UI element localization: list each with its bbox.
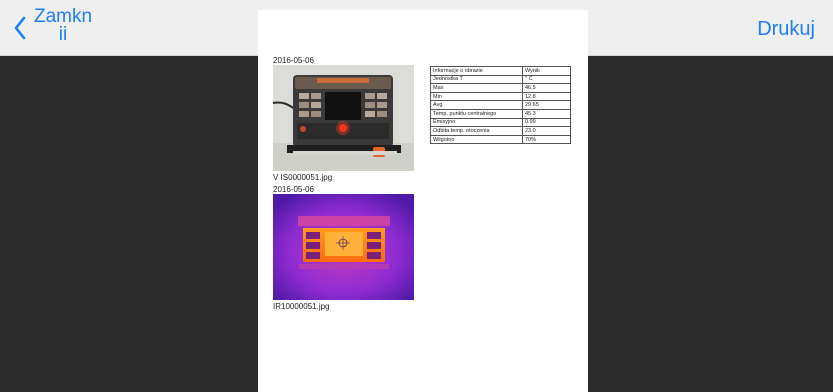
table-cell: 12.8 [522,91,571,102]
table-header-cell: Informacje o obrazie [430,66,523,76]
table-cell: 46.5 [522,83,571,93]
table-cell: 70% [522,134,571,145]
image-info-table: Informacje o obrazie Wynik Jednostka T °… [430,66,571,145]
photo-date: 2016-05-06 [273,56,314,65]
table-cell: Odbita temp. otoczenia [430,126,523,136]
table-row: Odbita temp. otoczenia 23.0 [430,126,571,136]
close-button[interactable]: Zamkn ii [10,6,93,50]
table-header-row: Informacje o obrazie Wynik [430,66,571,76]
print-preview-page[interactable]: 2016-05-06 V IS0000051.jpg 2016-05-06 IR… [258,10,588,392]
print-button[interactable]: Drukuj [757,18,815,41]
table-cell: 0.99 [522,117,571,128]
backdrop-left [0,56,258,392]
table-cell: Avg [430,100,523,110]
table-cell: Wilgotno [430,134,523,145]
table-row: Jednostka T ° C [430,74,571,85]
visual-photo [273,65,414,171]
thermal-date: 2016-05-06 [273,185,314,194]
table-cell: Emisyjno [430,117,523,128]
thermal-caption: IR10000051.jpg [273,302,330,311]
table-row: Avg 29.65 [430,100,571,110]
table-cell: 45.3 [522,108,571,119]
table-row: Temp. punktu centralnego 45.3 [430,108,571,119]
table-row: Min 12.8 [430,91,571,102]
table-cell: Jednostka T [430,74,523,85]
table-cell: 23.0 [522,126,571,136]
thermal-image [273,194,414,300]
backdrop-right [588,56,833,392]
table-cell: Max [430,83,523,93]
table-row: Emisyjno 0.99 [430,117,571,128]
table-cell: Min [430,91,523,102]
photo-caption: V IS0000051.jpg [273,173,333,182]
chevron-left-icon [14,16,26,40]
table-cell: 29.65 [522,100,571,110]
close-button-label: Zamkn ii [34,6,93,45]
table-cell: Temp. punktu centralnego [430,108,523,119]
table-cell: ° C [522,74,571,85]
table-header-cell: Wynik [522,66,571,76]
table-row: Max 46.5 [430,83,571,93]
table-row: Wilgotno 70% [430,134,571,145]
